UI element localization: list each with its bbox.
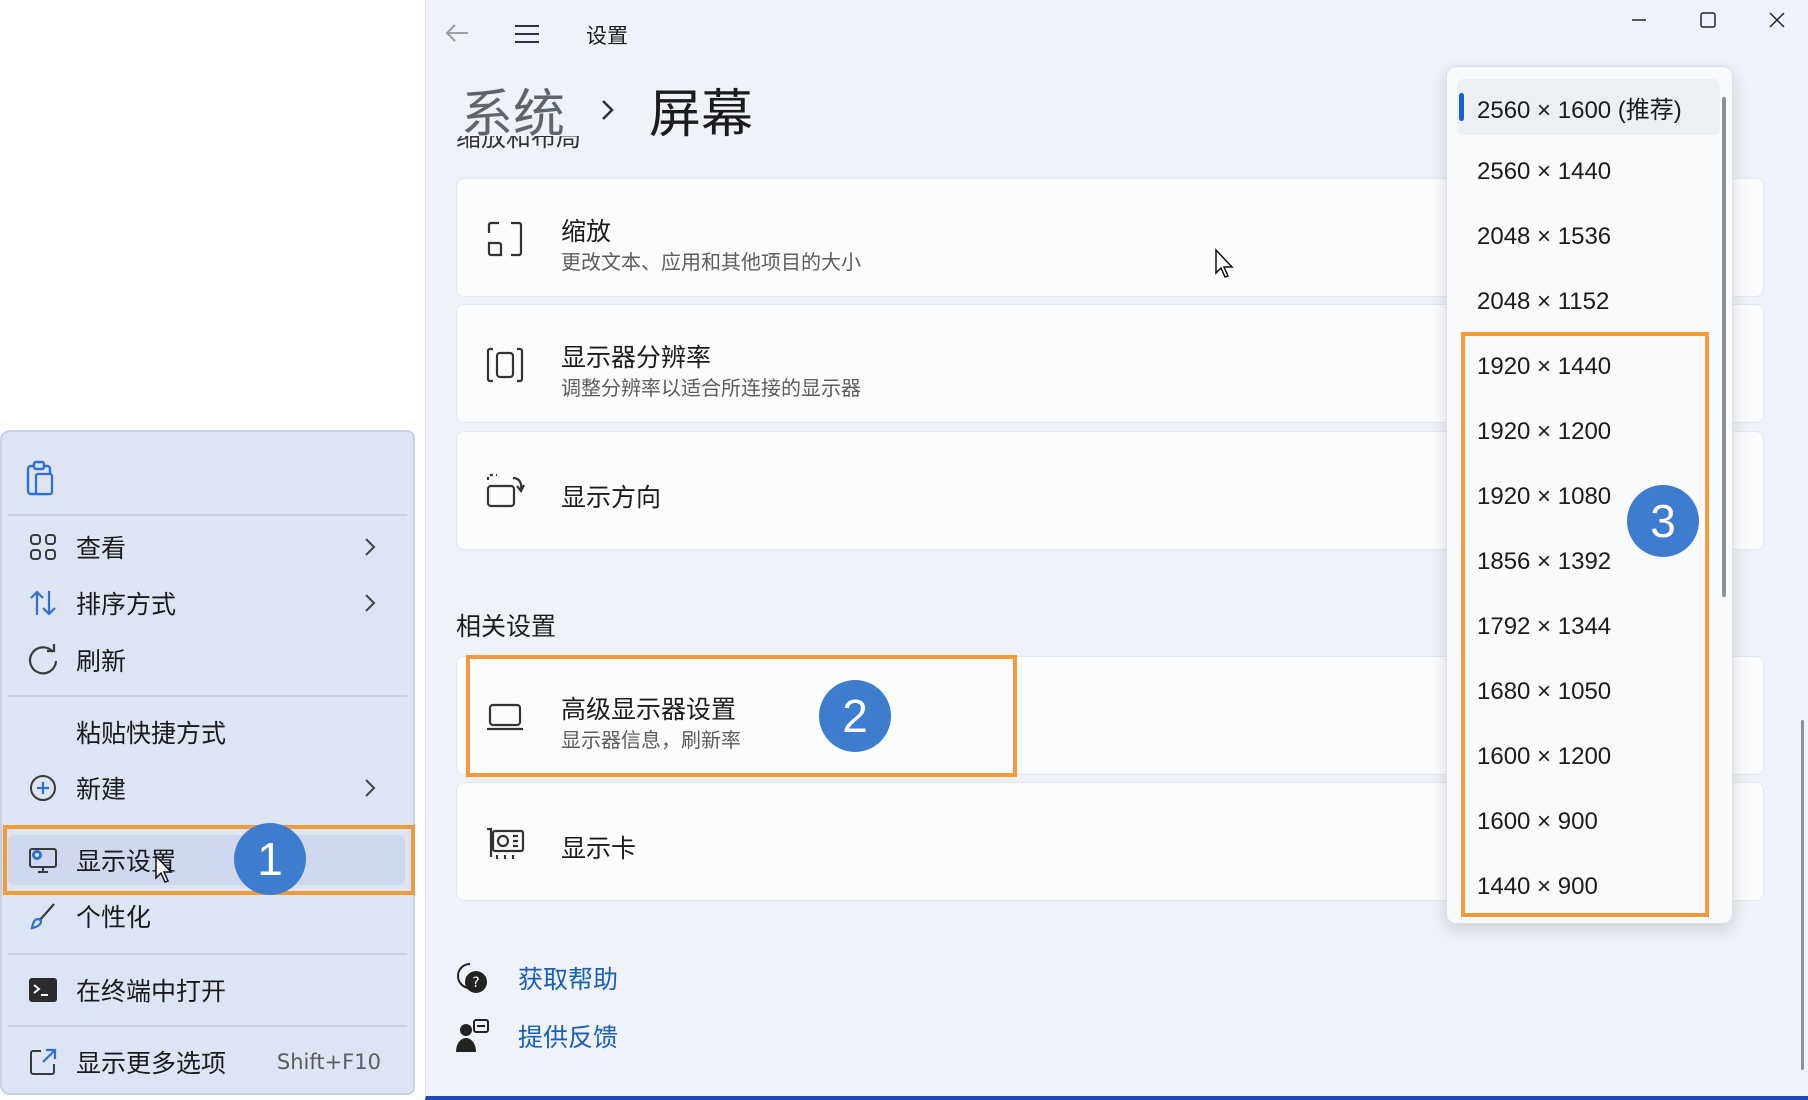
brush-icon (24, 897, 62, 935)
related-settings-header: 相关设置 (456, 612, 557, 641)
page-title: 屏幕 (649, 85, 754, 145)
resolution-option[interactable]: 2048 × 1152 (1457, 274, 1720, 330)
menu-item-new[interactable]: 新建 (8, 763, 405, 813)
menu-item-label: 新建 (76, 775, 127, 804)
terminal-icon (24, 971, 62, 1009)
back-arrow-icon[interactable] (442, 18, 472, 48)
chevron-right-icon (365, 538, 376, 556)
close-button[interactable] (1747, 0, 1807, 40)
title-bar: 设置 (426, 0, 1808, 70)
menu-item-paste-shortcut[interactable]: 粘贴快捷方式 (8, 707, 405, 757)
minimize-icon (1632, 19, 1646, 21)
step-badge-3: 3 (1627, 485, 1699, 557)
menu-item-refresh[interactable]: 刷新 (8, 635, 405, 685)
menu-item-label: 查看 (76, 534, 127, 563)
menu-separator (8, 695, 407, 697)
give-feedback-link[interactable]: 提供反馈 (454, 1018, 618, 1054)
dropdown-scrollbar[interactable] (1722, 97, 1726, 597)
graphics-card-icon (487, 827, 525, 859)
card-subtitle: 调整分辨率以适合所连接的显示器 (561, 376, 861, 400)
resolution-option[interactable]: 2048 × 1536 (1457, 209, 1720, 265)
menu-separator (8, 514, 407, 516)
page-scrollbar[interactable] (1801, 720, 1804, 1070)
scale-icon (487, 221, 523, 257)
selected-indicator (1459, 93, 1464, 121)
chevron-right-icon (365, 779, 376, 797)
card-title: 显示卡 (561, 834, 637, 863)
highlight-box-display-settings (3, 825, 415, 895)
menu-item-label: 个性化 (76, 903, 152, 932)
window-title: 设置 (586, 24, 628, 48)
refresh-icon (24, 641, 62, 679)
plus-circle-icon (24, 769, 62, 807)
menu-item-label: 刷新 (76, 647, 127, 676)
card-title: 显示器分辨率 (561, 343, 712, 372)
highlight-box-advanced-display (466, 655, 1017, 777)
menu-separator (8, 953, 407, 955)
step-badge-2: 2 (819, 680, 891, 752)
desktop-context-menu: 查看 排序方式 刷新 粘贴快捷方式 新建 显示设置 个性化 在终端中打开 显示更… (0, 430, 415, 1095)
card-title: 显示方向 (561, 483, 662, 512)
help-icon: ? (457, 963, 487, 993)
menu-item-label: 在终端中打开 (76, 977, 227, 1006)
feedback-icon (456, 1019, 489, 1052)
menu-item-sort[interactable]: 排序方式 (8, 578, 405, 628)
menu-item-label: 排序方式 (76, 590, 177, 619)
minimize-button[interactable] (1609, 0, 1669, 40)
resolution-option[interactable]: 2560 × 1440 (1457, 144, 1720, 200)
chevron-right-icon (365, 594, 376, 612)
menu-item-personalize[interactable]: 个性化 (8, 891, 405, 941)
shortcut-hint: Shift+F10 (276, 1050, 381, 1074)
card-title: 缩放 (561, 217, 612, 246)
menu-item-view[interactable]: 查看 (8, 522, 405, 572)
orientation-icon (486, 473, 525, 508)
chevron-right-icon (602, 99, 614, 120)
hamburger-menu-icon[interactable] (512, 20, 542, 48)
card-subtitle: 更改文本、应用和其他项目的大小 (561, 250, 861, 274)
menu-item-label: 粘贴快捷方式 (76, 719, 227, 748)
grid-view-icon (24, 528, 62, 566)
menu-item-label: 显示更多选项 (76, 1049, 227, 1078)
link-label[interactable]: 提供反馈 (518, 1018, 618, 1054)
menu-item-open-terminal[interactable]: 在终端中打开 (8, 965, 405, 1015)
section-header-clipped: 缩放和布局 (456, 136, 582, 152)
maximize-button[interactable] (1678, 0, 1738, 40)
maximize-icon (1700, 12, 1716, 28)
share-icon (24, 1043, 62, 1081)
highlight-box-resolutions (1461, 332, 1709, 917)
link-label[interactable]: 获取帮助 (518, 960, 618, 996)
paste-icon[interactable] (24, 460, 58, 498)
menu-separator (8, 1025, 407, 1027)
resolution-option[interactable]: 2560 × 1600 (推荐) (1457, 79, 1720, 135)
menu-item-more-options[interactable]: 显示更多选项 Shift+F10 (8, 1037, 405, 1087)
close-icon (1769, 12, 1785, 28)
svg-text:?: ? (472, 975, 479, 991)
resolution-icon (486, 347, 524, 383)
mouse-cursor-icon (1215, 248, 1234, 278)
sort-arrows-icon (24, 584, 62, 622)
mouse-cursor-icon (155, 854, 173, 883)
get-help-link[interactable]: ? 获取帮助 (454, 960, 618, 996)
step-badge-1: 1 (234, 823, 306, 895)
